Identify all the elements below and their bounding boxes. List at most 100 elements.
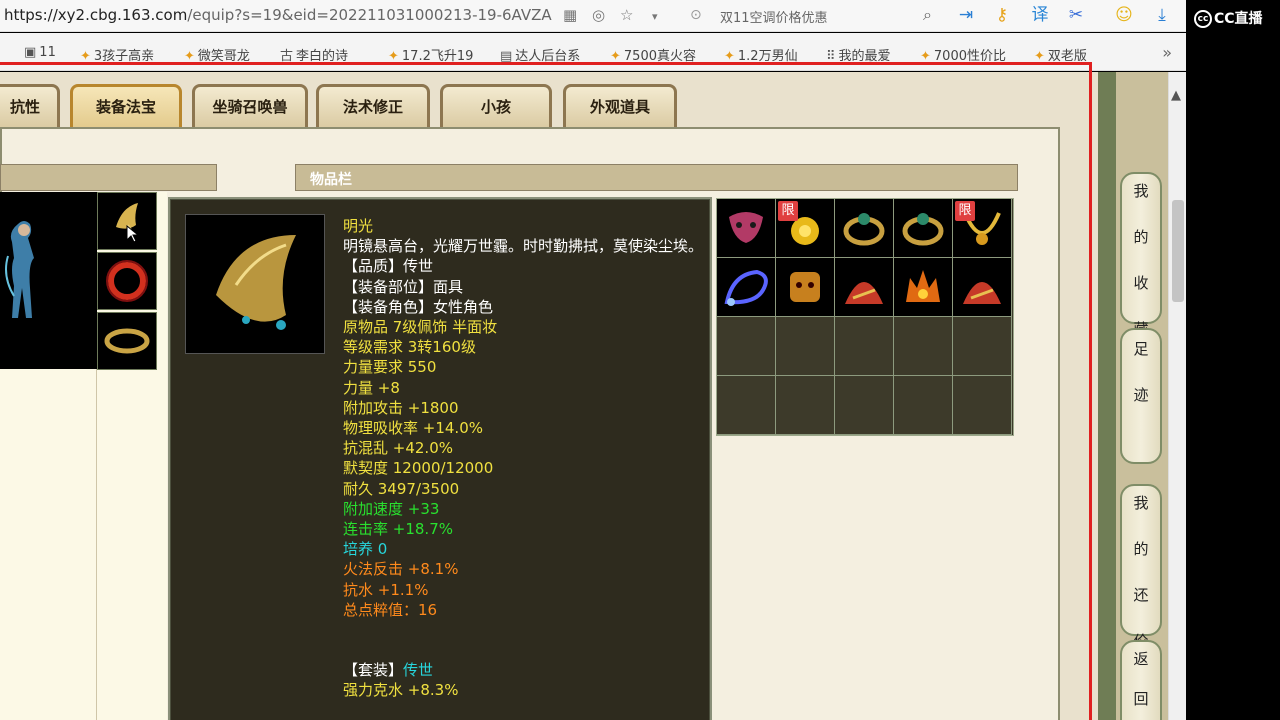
bookmark-icon: ⠿ xyxy=(826,49,836,64)
download-icon[interactable]: ⤓ xyxy=(1150,3,1174,27)
inventory-slot-empty[interactable] xyxy=(835,376,894,435)
url-text[interactable]: https://xy2.cbg.163.com/equip?s=19&eid=2… xyxy=(4,6,552,24)
item-bonus: 附加速度 +33 xyxy=(343,499,440,518)
translate-icon[interactable]: 译 xyxy=(1028,3,1052,27)
set-bonus: 强力克水 +8.3% xyxy=(343,681,459,700)
scissors-icon[interactable]: ✂ xyxy=(1064,3,1088,27)
inventory-slot[interactable] xyxy=(717,258,776,317)
search-text[interactable]: 双11空调价格优惠 xyxy=(720,7,828,26)
item-stat: 默契度 12000/12000 xyxy=(343,459,494,478)
search-box[interactable]: ⊙ 双11空调价格优惠 ⌕ xyxy=(690,4,938,28)
lion-head-icon xyxy=(790,272,820,302)
jade-ring-icon xyxy=(902,213,944,246)
item-stat: 等级需求 3转160级 xyxy=(343,338,476,357)
set-value: 传世 xyxy=(403,661,434,680)
inventory-slot[interactable]: 限 xyxy=(953,199,1012,258)
tab-equipment[interactable]: 装备法宝 xyxy=(70,84,182,130)
inventory-slot-empty[interactable] xyxy=(953,376,1012,435)
bookmark-icon: ✦ xyxy=(184,49,195,64)
inventory-slot-empty[interactable] xyxy=(894,376,953,435)
jade-ring-icon xyxy=(843,213,885,246)
bookmark-item[interactable]: 古李白的诗 xyxy=(280,45,348,64)
mask-icon xyxy=(729,212,763,243)
cursor-icon xyxy=(126,225,140,243)
item-cultivation: 培养 0 xyxy=(343,540,388,559)
bookmark-item[interactable]: ✦ 微笑哥龙 xyxy=(184,45,250,64)
tab-child[interactable]: 小孩 xyxy=(440,84,552,130)
star-icon[interactable]: ☆ xyxy=(620,6,633,24)
item-quality: 【品质】传世 xyxy=(343,257,434,276)
inventory-slot[interactable] xyxy=(894,258,953,317)
side-decoration xyxy=(1098,72,1116,720)
key-icon[interactable]: ⚷ xyxy=(990,3,1014,27)
bookmarks-more-button[interactable]: » xyxy=(1162,43,1172,62)
inventory-slot-empty[interactable] xyxy=(717,317,776,376)
inventory-slot-empty[interactable] xyxy=(776,376,835,435)
tab-spell-correction[interactable]: 法术修正 xyxy=(316,84,430,130)
bookmark-item[interactable]: ✦ 7500真火容 xyxy=(610,45,696,64)
scroll-up-icon[interactable]: ▲ xyxy=(1171,88,1181,103)
inventory-slot[interactable] xyxy=(776,258,835,317)
red-hat-icon xyxy=(963,282,1001,304)
equip-slot-belt[interactable] xyxy=(97,312,157,370)
item-name: 明光 xyxy=(343,217,374,235)
inventory-slot[interactable] xyxy=(835,199,894,258)
scroll-thumb[interactable] xyxy=(1172,200,1184,302)
bookmark-icon: ▣ xyxy=(24,45,37,60)
bookmark-item[interactable]: ✦ 1.2万男仙 xyxy=(724,45,798,64)
bookmark-item[interactable]: ⠿ 我的最爱 xyxy=(826,45,891,64)
bookmark-item[interactable]: ▤ 达人后台系 xyxy=(500,45,580,64)
inventory-slot[interactable]: 限 xyxy=(776,199,835,258)
bookmark-icon: ✦ xyxy=(724,49,735,64)
bookmark-item[interactable]: ▣ 11 xyxy=(24,45,56,60)
item-description: 明镜悬高台，光耀万世霾。时时勤拂拭，莫使染尘埃。 xyxy=(343,237,704,256)
red-ring-icon xyxy=(106,260,148,302)
bookmark-item[interactable]: ✦ 17.2飞升19 xyxy=(388,45,473,64)
chevron-down-icon[interactable]: ▾ xyxy=(652,10,658,23)
inventory-slot[interactable] xyxy=(717,199,776,258)
item-bonus: 连击率 +18.7% xyxy=(343,520,453,539)
bookmark-item[interactable]: ✦ 双老版 xyxy=(1034,45,1087,64)
back-button[interactable]: 返 回 xyxy=(1120,640,1162,720)
smiley-icon[interactable]: ☺ xyxy=(1112,3,1136,27)
character-view xyxy=(0,192,97,369)
page-scrollbar[interactable]: ▲ xyxy=(1168,72,1186,720)
bookmark-item[interactable]: ✦ 3孩子高亲 xyxy=(80,45,154,64)
bookmark-item[interactable]: ✦ 7000性价比 xyxy=(920,45,1006,64)
qr-icon[interactable]: ▦ xyxy=(563,6,577,24)
red-hat-icon xyxy=(845,282,883,304)
item-stat: 物理吸收率 +14.0% xyxy=(343,419,483,438)
inventory-slot-empty[interactable] xyxy=(776,317,835,376)
inventory-slot-empty[interactable] xyxy=(953,317,1012,376)
my-bargain-button[interactable]: 我 的 还 价 xyxy=(1120,484,1162,650)
item-role: 【装备角色】女性角色 xyxy=(343,297,494,316)
footprints-button[interactable]: 足 迹 xyxy=(1120,328,1162,464)
item-tooltip: 明光 明镜悬高台，光耀万世霾。时时勤拂拭，莫使染尘埃。 【品质】传世 【装备部位… xyxy=(168,197,712,720)
items-panel-title-bar: 物品栏 xyxy=(295,164,1018,191)
search-icon[interactable]: ⌕ xyxy=(923,5,932,25)
equipment-column xyxy=(97,192,167,720)
tab-appearance[interactable]: 外观道具 xyxy=(563,84,677,130)
tab-resistance[interactable]: 抗性 xyxy=(0,84,60,130)
inventory-slot-empty[interactable] xyxy=(717,376,776,435)
equip-slot-mask[interactable] xyxy=(97,192,157,250)
inventory-slot[interactable] xyxy=(894,199,953,258)
inventory-slot-empty[interactable] xyxy=(894,317,953,376)
reader-icon[interactable]: ◎ xyxy=(592,6,605,24)
inventory-slot[interactable] xyxy=(835,258,894,317)
fire-crown-icon xyxy=(906,270,940,302)
tab-mounts-summons[interactable]: 坐骑召唤兽 xyxy=(192,84,308,130)
inventory-slot-empty[interactable] xyxy=(835,317,894,376)
address-bar[interactable]: https://xy2.cbg.163.com/equip?s=19&eid=2… xyxy=(0,0,1186,32)
url-path: /equip?s=19&eid=202211031000213-19-6AVZA xyxy=(187,6,552,24)
left-panel-body xyxy=(0,369,97,720)
my-favorites-button[interactable]: 我 的 收 藏 xyxy=(1120,172,1162,338)
stream-sidebar xyxy=(1186,0,1280,720)
equip-slot-ring[interactable] xyxy=(97,252,157,310)
tooltip-text: 明光 明镜悬高台，光耀万世霾。时时勤拂拭，莫使染尘埃。 【品质】传世 【装备部位… xyxy=(343,216,708,700)
login-icon[interactable]: ⇥ xyxy=(954,3,978,27)
bookmark-icon: ✦ xyxy=(1034,49,1045,64)
set-label: 【套装】 xyxy=(343,661,404,680)
inventory-slot[interactable] xyxy=(953,258,1012,317)
